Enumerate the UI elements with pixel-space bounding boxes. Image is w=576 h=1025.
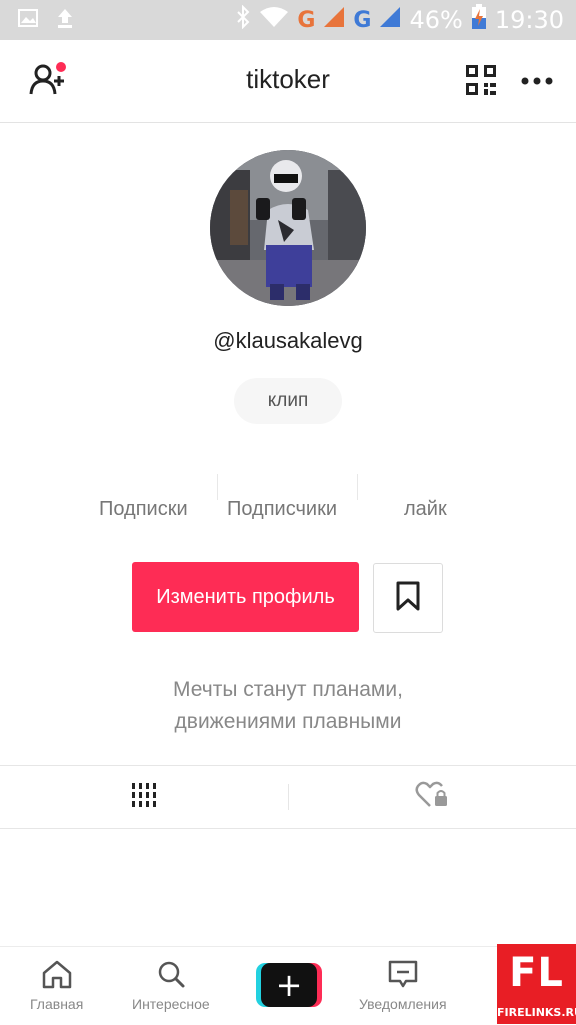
edit-profile-button[interactable]: Изменить профиль xyxy=(132,562,359,632)
username-handle: @klausakalevg xyxy=(213,328,363,353)
create-video-button[interactable]: + xyxy=(256,963,322,1007)
more-icon xyxy=(521,73,553,91)
watermark-big: FL xyxy=(509,950,564,996)
following-stat-label[interactable]: Подписки xyxy=(99,498,188,521)
profile-avatar[interactable] xyxy=(210,150,366,306)
followers-stat-label[interactable]: Подписчики xyxy=(227,498,337,521)
likes-stat-label[interactable]: лайк xyxy=(404,498,447,521)
tab-videos[interactable] xyxy=(0,766,288,828)
profile-bio: Мечты станут планами, движениями плавным… xyxy=(0,674,576,738)
signal-icon-1 xyxy=(323,6,345,34)
nav-discover[interactable]: Интересное xyxy=(132,959,210,1012)
network-type-g1: G xyxy=(297,7,316,33)
bottom-navigation: Главная Интересное + Уведомления xyxy=(0,946,576,1025)
qr-code-icon xyxy=(465,64,497,101)
stat-divider xyxy=(217,474,218,500)
nav-inbox-label: Уведомления xyxy=(359,996,447,1012)
bookmark-icon xyxy=(395,580,421,617)
liked-private-icon xyxy=(415,781,449,814)
nav-inbox[interactable]: Уведомления xyxy=(359,959,447,1012)
battery-charging-icon xyxy=(471,4,487,36)
profile-header: tiktoker xyxy=(0,40,576,123)
clip-chip[interactable]: клип xyxy=(234,378,342,424)
image-icon xyxy=(18,8,38,32)
plus-icon: + xyxy=(261,963,317,1007)
upload-icon xyxy=(56,7,74,34)
more-options-button[interactable] xyxy=(517,62,557,102)
network-type-g2: G xyxy=(353,7,372,33)
home-icon xyxy=(41,959,73,996)
nav-home-label: Главная xyxy=(30,996,84,1012)
watermark-small: FIRELINKS.RU xyxy=(497,1006,576,1019)
battery-percent: 46% xyxy=(409,6,463,34)
search-icon xyxy=(156,959,186,996)
content-tabs xyxy=(0,765,576,829)
inbox-icon xyxy=(387,959,419,996)
nav-home[interactable]: Главная xyxy=(30,959,83,1012)
wifi-icon xyxy=(259,6,289,34)
clock: 19:30 xyxy=(494,6,564,34)
stat-divider xyxy=(357,474,358,500)
signal-icon-2 xyxy=(379,6,401,34)
bio-line-2: движениями плавными xyxy=(174,710,402,733)
grid-videos-icon xyxy=(131,782,157,813)
bio-line-1: Мечты станут планами, xyxy=(173,678,403,701)
favorites-button[interactable] xyxy=(373,563,443,633)
tab-liked[interactable] xyxy=(288,766,576,828)
bluetooth-icon xyxy=(235,4,251,35)
qr-code-button[interactable] xyxy=(461,62,501,102)
firelinks-watermark: FL FIRELINKS.RU xyxy=(497,944,576,1024)
status-bar: G G 46% 19:30 xyxy=(0,0,576,40)
nav-discover-label: Интересное xyxy=(132,996,210,1012)
profile-stats: Подписки Подписчики лайк xyxy=(80,474,500,524)
